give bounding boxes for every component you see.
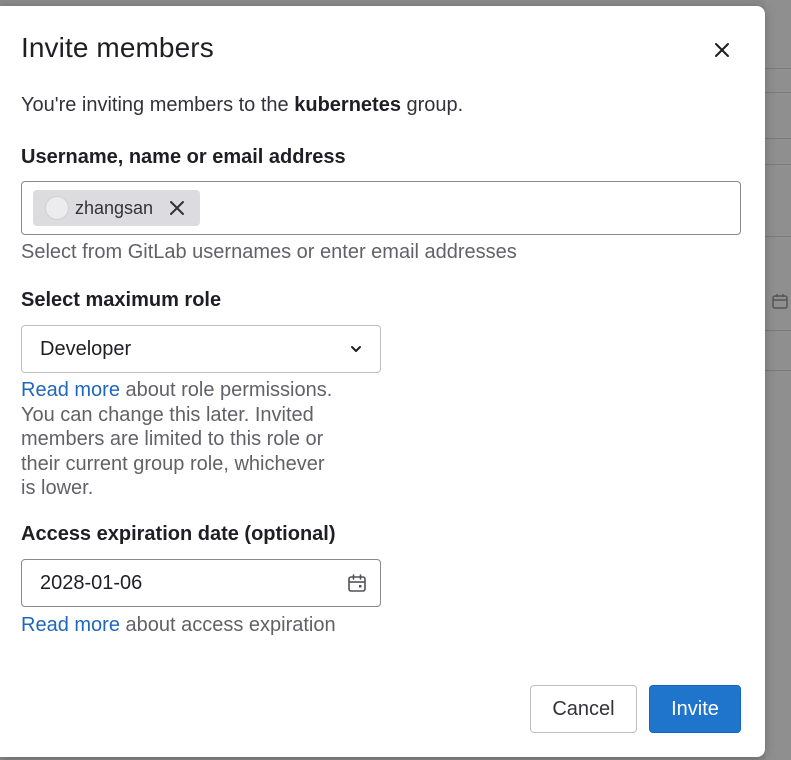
member-token-label: zhangsan (75, 197, 154, 218)
background-divider (765, 138, 791, 139)
expiration-date-input[interactable]: 2028-01-06 (21, 559, 381, 607)
background-calendar-icon (772, 294, 788, 309)
intro-suffix: group. (400, 94, 464, 116)
close-button[interactable] (706, 34, 738, 66)
expiration-help-text: Read more about access expiration (21, 614, 336, 636)
role-select[interactable]: Developer (21, 325, 381, 373)
cancel-button[interactable]: Cancel (530, 685, 637, 733)
role-selected-value: Developer (40, 337, 132, 360)
expiration-date-value: 2028-01-06 (40, 571, 143, 594)
background-divider (765, 68, 791, 69)
calendar-icon[interactable] (346, 572, 368, 594)
members-help-text: Select from GitLab usernames or enter em… (21, 241, 517, 263)
members-token-input[interactable]: zhangsan (21, 181, 741, 235)
modal-title: Invite members (21, 32, 214, 63)
background-content-strip (765, 0, 791, 760)
background-divider (765, 164, 791, 165)
remove-token-button[interactable] (167, 198, 187, 218)
invite-members-modal: Invite members You're inviting members t… (0, 6, 765, 757)
expiration-read-more-link[interactable]: Read more (21, 614, 120, 636)
close-icon (170, 201, 185, 215)
background-divider (765, 330, 791, 331)
background-divider (765, 236, 791, 237)
avatar (45, 196, 69, 220)
chevron-down-icon (351, 346, 361, 352)
close-icon (715, 43, 729, 57)
member-token: zhangsan (33, 190, 200, 226)
members-label: Username, name or email address (21, 146, 346, 168)
expiration-label: Access expiration date (optional) (21, 523, 336, 545)
intro-prefix: You're inviting members to the (21, 94, 295, 116)
background-divider (765, 92, 791, 93)
background-divider (765, 370, 791, 371)
role-read-more-link[interactable]: Read more (21, 379, 120, 401)
group-name: kubernetes (294, 94, 401, 116)
invite-intro: You're inviting members to the kubernete… (21, 94, 463, 117)
invite-button[interactable]: Invite (649, 685, 741, 733)
role-help-text: Read more about role permissions. You ca… (21, 379, 333, 499)
role-label: Select maximum role (21, 289, 222, 311)
